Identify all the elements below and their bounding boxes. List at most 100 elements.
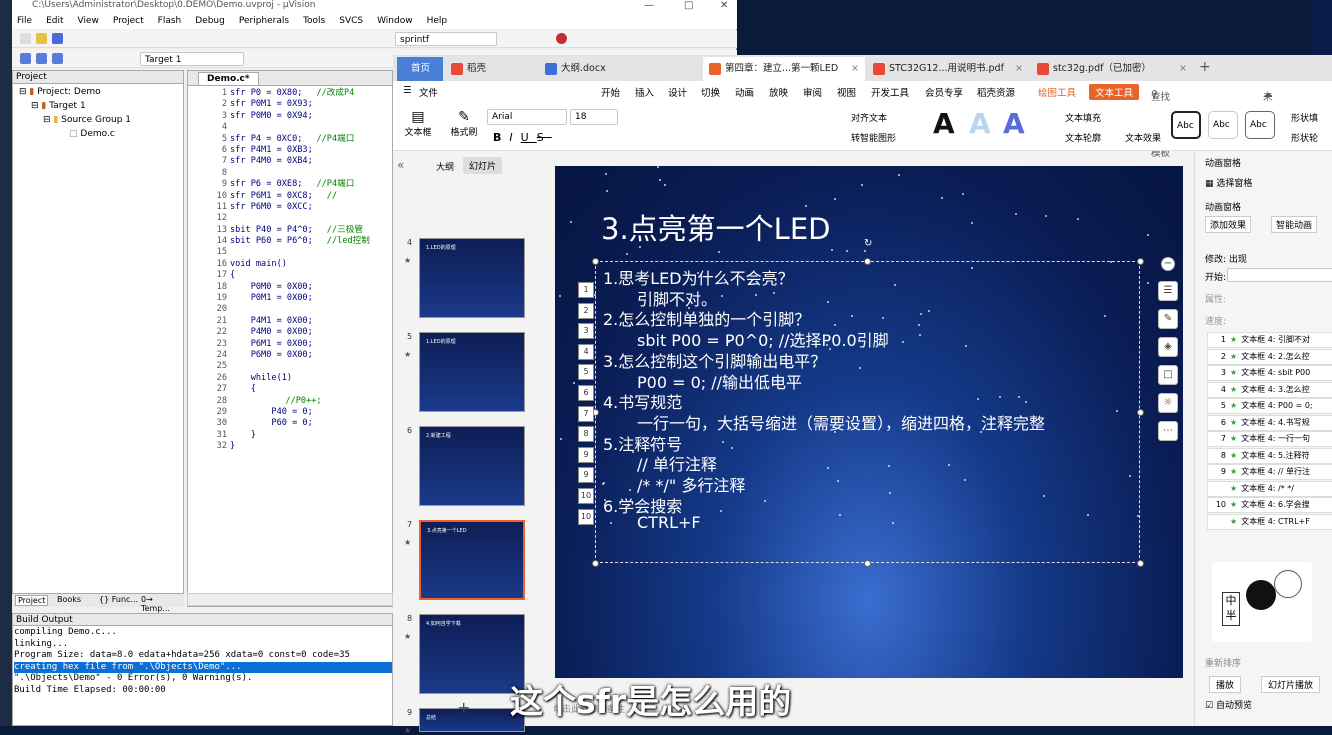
resize-handle[interactable] [592, 560, 599, 567]
anim-marker[interactable]: 6 [578, 385, 594, 401]
anim-list-item[interactable]: 3 ★ 文本框 4: sbit P00 [1207, 365, 1332, 381]
resize-handle[interactable] [1137, 258, 1144, 265]
anim-list-item[interactable]: 4 ★ 文本框 4: 3.怎么控 [1207, 381, 1332, 398]
bold-icon[interactable]: B [493, 131, 509, 144]
target-select[interactable]: Target 1 [140, 52, 244, 66]
menu-transition[interactable]: 切换 [701, 85, 720, 99]
menu-start[interactable]: 开始 [601, 85, 620, 99]
slide-thumbnail[interactable]: 3.点亮第一个LED [419, 520, 525, 600]
menu-hamburger-icon[interactable]: ☰ [403, 85, 412, 96]
slideshow-button[interactable]: 幻灯片播放 [1261, 676, 1321, 693]
anim-marker[interactable]: 10 [578, 488, 594, 504]
anim-list-item[interactable]: 5 ★ 文本框 4: P00 = 0; [1207, 398, 1332, 414]
keil-menu-item[interactable]: Peripherals [239, 13, 289, 29]
menu-drawing-tools[interactable]: 绘图工具 [1038, 85, 1076, 99]
keil-menu-item[interactable]: Tools [303, 13, 325, 29]
tree-target[interactable]: ⊟ ▮ Target 1 [31, 101, 86, 111]
close-tab-icon[interactable]: × [1015, 57, 1023, 81]
menu-text-tools[interactable]: 文本工具 [1089, 84, 1140, 100]
close-icon[interactable]: ✕ [720, 0, 728, 11]
anim-list-item[interactable]: ★ 文本框 4: /* */ [1207, 480, 1332, 497]
menu-animation[interactable]: 动画 [735, 85, 754, 99]
add-effect-button[interactable]: 添加效果 [1205, 216, 1252, 233]
resize-handle[interactable] [864, 560, 871, 567]
new-file-icon[interactable] [20, 33, 31, 44]
text-fill-button[interactable]: 文本填充 [1065, 111, 1101, 124]
text-style-blue[interactable]: A [1003, 107, 1025, 140]
collapse-tool-icon[interactable]: − [1161, 257, 1175, 271]
pen-icon[interactable]: ✎ [1158, 309, 1178, 329]
anim-list-item[interactable]: 8 ★ 文本框 4: 5.注释符 [1207, 447, 1332, 464]
align-text-button[interactable]: 对齐文本 [851, 111, 887, 124]
layers-icon[interactable]: ☰ [1158, 281, 1178, 301]
anim-marker[interactable]: 9 [578, 446, 594, 463]
anim-marker[interactable]: 2 [578, 302, 594, 319]
wps-tab[interactable]: 稻壳 [445, 57, 537, 81]
smart-shape-button[interactable]: 转智能图形 [851, 131, 896, 144]
anim-list-item[interactable]: 6 ★ 文本框 4: 4.书写规 [1207, 414, 1332, 431]
keil-menu-item[interactable]: File [17, 13, 32, 29]
anim-list-item[interactable]: ★ 文本框 4: CTRL+F [1207, 513, 1332, 530]
font-family-select[interactable]: Arial [487, 109, 567, 125]
keil-menu-item[interactable]: SVCS [339, 13, 363, 29]
code-editor[interactable]: Demo.c* 1 sfr P0 = 0X80;//改成P4 2 sfr P0M1 =… [187, 70, 393, 607]
shape-style-1[interactable]: Abc [1171, 111, 1201, 139]
resize-handle[interactable] [1137, 560, 1144, 567]
underline-icon[interactable]: U [521, 131, 537, 144]
menu-slideshow[interactable]: 放映 [769, 85, 788, 99]
select-pane-button[interactable]: ▦ 选择窗格 [1205, 176, 1252, 189]
slide-thumbnail[interactable]: 1.LED的原理 [419, 332, 525, 412]
anim-list-item[interactable]: 9 ★ 文本框 4: // 单行注 [1207, 464, 1332, 480]
tab-functions[interactable]: {} Func... [99, 595, 138, 604]
menu-resources[interactable]: 稻壳资源 [977, 85, 1015, 99]
anim-list-item[interactable]: 7 ★ 文本框 4: 一行一句 [1207, 431, 1332, 447]
menu-view[interactable]: 视图 [837, 85, 856, 99]
tree-file[interactable]: □ Demo.c [69, 129, 115, 139]
frame-icon[interactable]: □ [1158, 365, 1178, 385]
start-select[interactable] [1227, 268, 1332, 282]
keil-menu-item[interactable]: Window [377, 13, 413, 29]
menu-devtools[interactable]: 开发工具 [871, 85, 909, 99]
new-tab-icon[interactable]: + [1199, 59, 1211, 75]
bulb-icon[interactable]: ☼ [1158, 393, 1178, 413]
add-slide-icon[interactable]: + [457, 698, 470, 717]
text-effect-button[interactable]: 文本效果 [1125, 131, 1161, 144]
format-brush-button[interactable]: ✎ 格式刷 [449, 109, 479, 138]
shape-fill-button[interactable]: 形状填 [1291, 111, 1318, 124]
tree-project[interactable]: ⊟ ▮ Project: Demo [19, 87, 101, 97]
fill-icon[interactable]: ◈ [1158, 337, 1178, 357]
resize-handle[interactable] [592, 258, 599, 265]
tab-slides[interactable]: 幻灯片 [463, 157, 503, 174]
keil-menu-item[interactable]: Project [113, 13, 144, 29]
maximize-icon[interactable]: □ [684, 0, 693, 11]
minimize-icon[interactable]: — [644, 0, 654, 11]
slide-thumbnail[interactable]: 1.LED的原理 [419, 238, 525, 318]
italic-icon[interactable]: I [509, 131, 520, 144]
tab-project[interactable]: Project [15, 595, 49, 606]
close-tab-icon[interactable]: × [851, 57, 859, 81]
translate-icon[interactable] [20, 53, 31, 64]
anim-marker[interactable]: 9 [578, 467, 594, 484]
keil-menu-item[interactable]: Flash [158, 13, 182, 29]
shape-style-2[interactable]: Abc [1208, 111, 1238, 139]
editor-tab-demo[interactable]: Demo.c* [198, 72, 259, 85]
wps-tab[interactable]: 首页 [397, 57, 443, 81]
anim-marker[interactable]: 4 [578, 343, 594, 360]
keil-menu-item[interactable]: Help [427, 13, 448, 29]
anim-marker[interactable]: 10 [578, 508, 594, 525]
tab-outline[interactable]: 大纲 [436, 160, 454, 173]
slide-thumbnail[interactable]: 2.新建工程 [419, 426, 525, 506]
wps-tab[interactable]: 第四章：建立...第一颗LED × [703, 57, 865, 81]
shape-outline-button[interactable]: 形状轮 [1291, 131, 1318, 144]
slide-canvas[interactable]: 3.点亮第一个LED 1.思考LED为什么不会亮？ 引脚不对。 2.怎么控制单独的一… [555, 166, 1183, 678]
rebuild-icon[interactable] [52, 53, 63, 64]
text-outline-button[interactable]: 文本轮廓 [1065, 131, 1101, 144]
anim-marker[interactable]: 8 [578, 426, 594, 443]
find-combo[interactable]: sprintf [395, 32, 497, 46]
textbox-button[interactable]: ▤ 文本框 [403, 109, 433, 138]
text-style-light[interactable]: A [969, 107, 991, 140]
anim-marker[interactable]: 5 [578, 364, 594, 381]
rotate-handle-icon[interactable]: ↻ [864, 238, 872, 249]
smart-anim-button[interactable]: 智能动画 [1271, 216, 1318, 233]
keil-menu-item[interactable]: Debug [195, 13, 225, 29]
